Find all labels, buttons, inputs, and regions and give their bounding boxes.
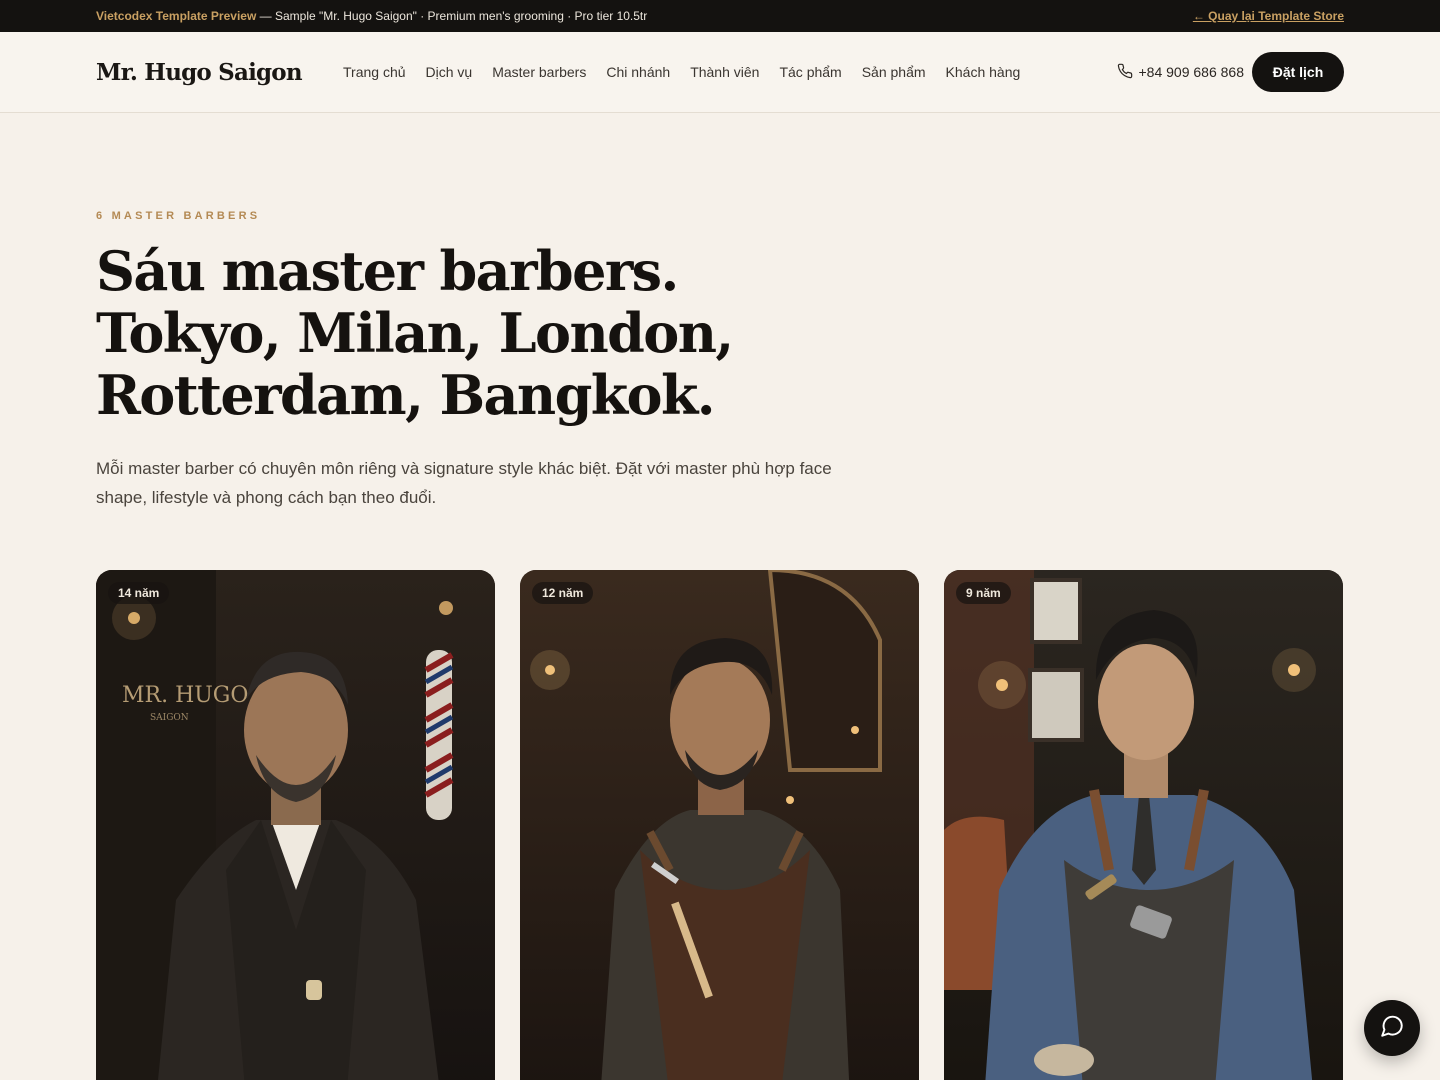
phone-number: +84 909 686 868: [1138, 64, 1245, 80]
template-preview-banner: Vietcodex Template Preview — Sample "Mr.…: [0, 0, 1440, 32]
barber-pole: [424, 650, 454, 820]
title-line: Tokyo, Milan, London,: [96, 301, 734, 365]
shop-sign-sub: SAIGON: [150, 713, 189, 723]
barber-photo: [520, 570, 919, 1080]
barber-card[interactable]: 9 năm: [944, 570, 1343, 1080]
header-actions: +84 909 686 868 Đặt lịch: [1117, 52, 1344, 92]
barber-card[interactable]: 12 năm: [520, 570, 919, 1080]
title-line: Rotterdam, Bangkok.: [96, 363, 716, 427]
nav-item-works[interactable]: Tác phẩm: [779, 64, 841, 80]
barber-photo: MR. HUGO SAIGON: [96, 570, 495, 1080]
book-appointment-button[interactable]: Đặt lịch: [1252, 52, 1344, 92]
experience-badge: 14 năm: [108, 582, 170, 604]
site-header: Mr. Hugo Saigon Trang chủ Dịch vụ Master…: [0, 32, 1440, 113]
title-line: Sáu master barbers.: [96, 239, 679, 303]
nav-item-branches[interactable]: Chi nhánh: [606, 64, 670, 80]
back-to-store-link[interactable]: ← Quay lại Template Store: [1193, 9, 1344, 23]
nav-item-services[interactable]: Dịch vụ: [426, 64, 473, 80]
page-title: Sáu master barbers. Tokyo, Milan, London…: [96, 240, 856, 426]
phone-icon: [1117, 63, 1133, 82]
experience-badge: 9 năm: [956, 582, 1011, 604]
nav-item-customers[interactable]: Khách hàng: [946, 64, 1021, 80]
nav-item-home[interactable]: Trang chủ: [343, 64, 406, 80]
phone-link[interactable]: +84 909 686 868: [1117, 63, 1245, 82]
nav-item-products[interactable]: Sản phẩm: [862, 64, 926, 80]
chat-bubble-icon: [1379, 1013, 1405, 1044]
barber-card[interactable]: MR. HUGO SAIGON 14 năm: [96, 570, 495, 1080]
main-nav: Trang chủ Dịch vụ Master barbers Chi nhá…: [343, 64, 1020, 80]
banner-text: Vietcodex Template Preview — Sample "Mr.…: [96, 9, 647, 23]
section-eyebrow: 6 MASTER BARBERS: [96, 210, 261, 222]
chat-button[interactable]: [1364, 1000, 1420, 1056]
banner-brand: Vietcodex Template Preview: [96, 9, 257, 23]
nav-item-members[interactable]: Thành viên: [690, 64, 759, 80]
shop-sign: MR. HUGO: [122, 683, 248, 708]
nav-item-master-barbers[interactable]: Master barbers: [492, 64, 586, 80]
barber-photo: [944, 570, 1343, 1080]
banner-info: — Sample "Mr. Hugo Saigon" · Premium men…: [256, 9, 648, 23]
site-logo[interactable]: Mr. Hugo Saigon: [96, 59, 343, 86]
experience-badge: 12 năm: [532, 582, 594, 604]
section-description: Mỗi master barber có chuyên môn riêng và…: [96, 459, 832, 507]
